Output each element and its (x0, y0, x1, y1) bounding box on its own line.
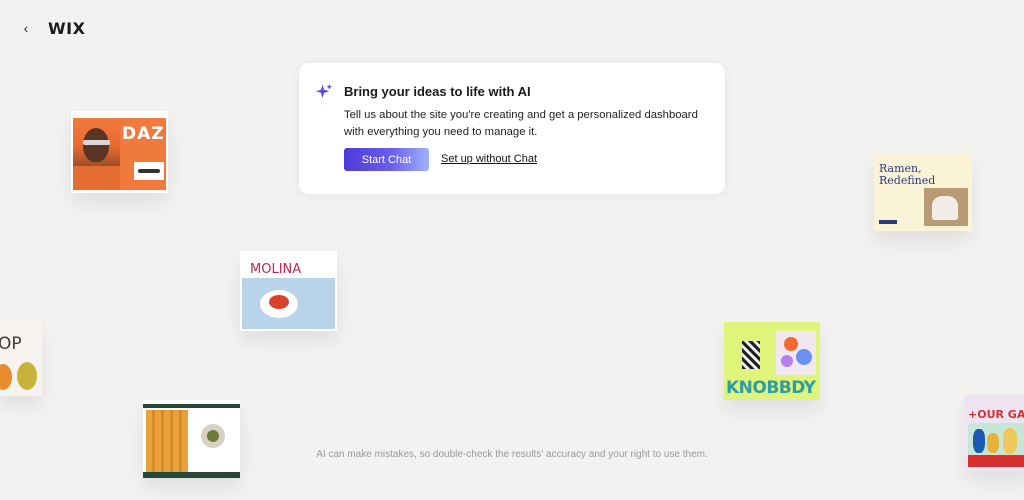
ai-card-title: Bring your ideas to life with AI (344, 84, 531, 99)
template-thumbnail-ramen: Ramen, Redefined (874, 153, 972, 231)
wix-logo[interactable]: WIX (48, 19, 85, 38)
template-thumbnail-pasta (143, 400, 240, 478)
molina-photo (242, 278, 335, 329)
template-thumbnail-molina: MOLINA (240, 251, 337, 331)
sparkle-icon (315, 83, 333, 98)
chevron-left-icon[interactable]: ‹ (18, 18, 34, 38)
ai-onboarding-card: Bring your ideas to life with AI Tell us… (299, 63, 725, 194)
pasta-photo (146, 410, 188, 472)
ai-card-description: Tell us about the site you're creating a… (344, 109, 698, 138)
gallery-title: +OUR GALL (968, 408, 1024, 421)
top-bar: ‹ WIX (18, 18, 85, 38)
knobbdy-title: KNOBBDY (726, 378, 816, 398)
start-chat-button[interactable]: Start Chat (344, 148, 429, 171)
ai-disclaimer: AI can make mistakes, so double-check th… (316, 449, 708, 460)
dazi-photo (73, 118, 120, 190)
molina-title: MOLINA (250, 262, 302, 277)
bowl-photo (201, 424, 225, 448)
template-thumbnail-knobbdy: KNOBBDY (724, 322, 820, 400)
shop-title: OP (0, 334, 22, 354)
setup-without-chat-link[interactable]: Set up without Chat (441, 153, 537, 165)
template-thumbnail-shop: OP (0, 320, 42, 396)
ramen-photo (924, 188, 968, 226)
ramen-title: Ramen, Redefined (879, 162, 936, 187)
dazi-title: DAZI (122, 124, 168, 144)
template-thumbnail-dazi: DAZI (71, 111, 168, 193)
